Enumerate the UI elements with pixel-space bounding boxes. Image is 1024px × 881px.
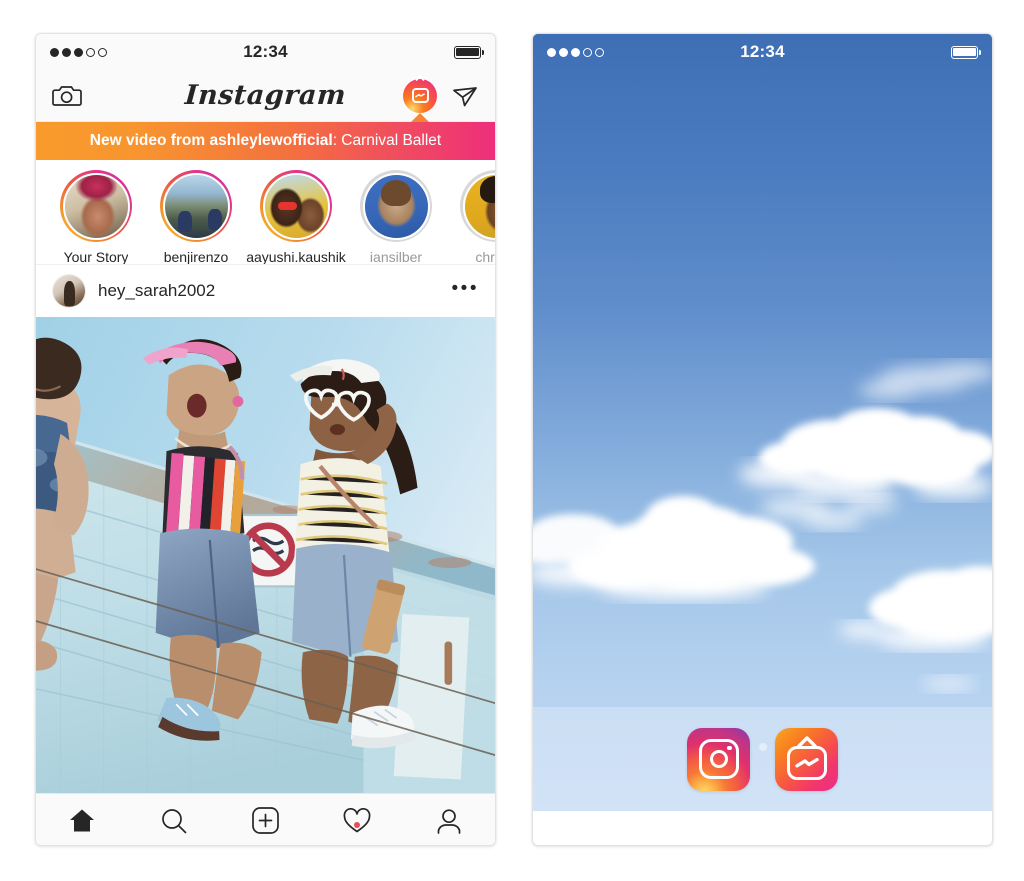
home-screen-dock: [533, 707, 992, 811]
post-photo[interactable]: [36, 317, 495, 793]
person-icon: [436, 808, 462, 834]
igtv-tv-glyph: [786, 746, 827, 780]
stories-tray[interactable]: Your Story benjirenzo aayushi.kaushik ia…: [36, 160, 495, 265]
camera-icon[interactable]: [52, 83, 82, 109]
search-icon: [161, 808, 187, 834]
story-ring: [160, 170, 232, 242]
instagram-app-screen: Instagram New video from ashleylewoffici…: [36, 70, 495, 845]
post-author-username[interactable]: hey_sarah2002: [98, 281, 215, 301]
instagram-camera-glyph: [698, 739, 739, 779]
tab-activity[interactable]: [311, 807, 403, 834]
banner-bold-text: New video from ashleylewofficial: [89, 132, 333, 149]
plus-square-icon: [252, 807, 279, 834]
signal-strength-indicator: [547, 47, 604, 57]
tab-search[interactable]: [128, 808, 220, 834]
tab-profile[interactable]: [403, 808, 495, 834]
left-phone-instagram-feed: 12:34 Instagram New video from ashleylew…: [35, 33, 496, 846]
story-username: Your Story: [63, 249, 129, 265]
story-username: aayushi.kaushik: [246, 249, 346, 265]
story-item-benjirenzo[interactable]: benjirenzo: [146, 170, 246, 265]
instagram-app-icon[interactable]: [687, 727, 750, 791]
story-ring: [60, 170, 132, 242]
igtv-banner-pointer: [411, 112, 429, 122]
tab-home[interactable]: [36, 808, 128, 833]
instagram-navbar: Instagram: [36, 70, 495, 122]
battery-indicator: [454, 45, 484, 59]
story-ring: [360, 170, 432, 242]
igtv-notification-banner[interactable]: New video from ashleylewofficial: Carniv…: [36, 122, 495, 160]
direct-message-icon[interactable]: [451, 82, 479, 110]
story-ring: [460, 170, 495, 242]
igtv-antenna-glyph: [796, 735, 817, 747]
igtv-badge-icon[interactable]: [403, 74, 437, 122]
post-photo-artwork: [36, 317, 495, 793]
banner-regular-text: : Carnival Ballet: [332, 132, 442, 149]
instagram-tab-bar: [36, 793, 495, 845]
tab-add-post[interactable]: [220, 807, 312, 834]
heart-icon: [343, 807, 371, 834]
post-options-button[interactable]: •••: [452, 279, 479, 304]
story-username: benjirenzo: [163, 249, 229, 265]
story-item-aayushi-kaushik[interactable]: aayushi.kaushik: [246, 170, 346, 265]
story-ring: [260, 170, 332, 242]
home-icon: [69, 808, 95, 833]
post-author-avatar[interactable]: [52, 274, 86, 308]
right-phone-home-screen: 12:34: [532, 33, 993, 846]
activity-notification-badge: [354, 821, 361, 828]
right-status-bar: 12:34: [533, 34, 992, 70]
signal-strength-indicator: [50, 47, 107, 57]
battery-indicator: [951, 45, 981, 59]
story-item-your-story[interactable]: Your Story: [46, 170, 146, 265]
story-username: iansilber: [369, 249, 423, 265]
igtv-app-icon[interactable]: [775, 727, 838, 791]
post-header: hey_sarah2002 •••: [36, 265, 495, 317]
screenshot-canvas: 12:34 Instagram New video from ashleylew…: [0, 0, 1024, 881]
sky-wallpaper: [533, 34, 992, 811]
left-status-bar: 12:34: [36, 34, 495, 70]
story-username: christe: [475, 249, 495, 265]
story-item-christe[interactable]: christe: [446, 170, 495, 265]
ios-home-screen: 12:34: [533, 34, 992, 811]
story-item-iansilber[interactable]: iansilber: [346, 170, 446, 265]
